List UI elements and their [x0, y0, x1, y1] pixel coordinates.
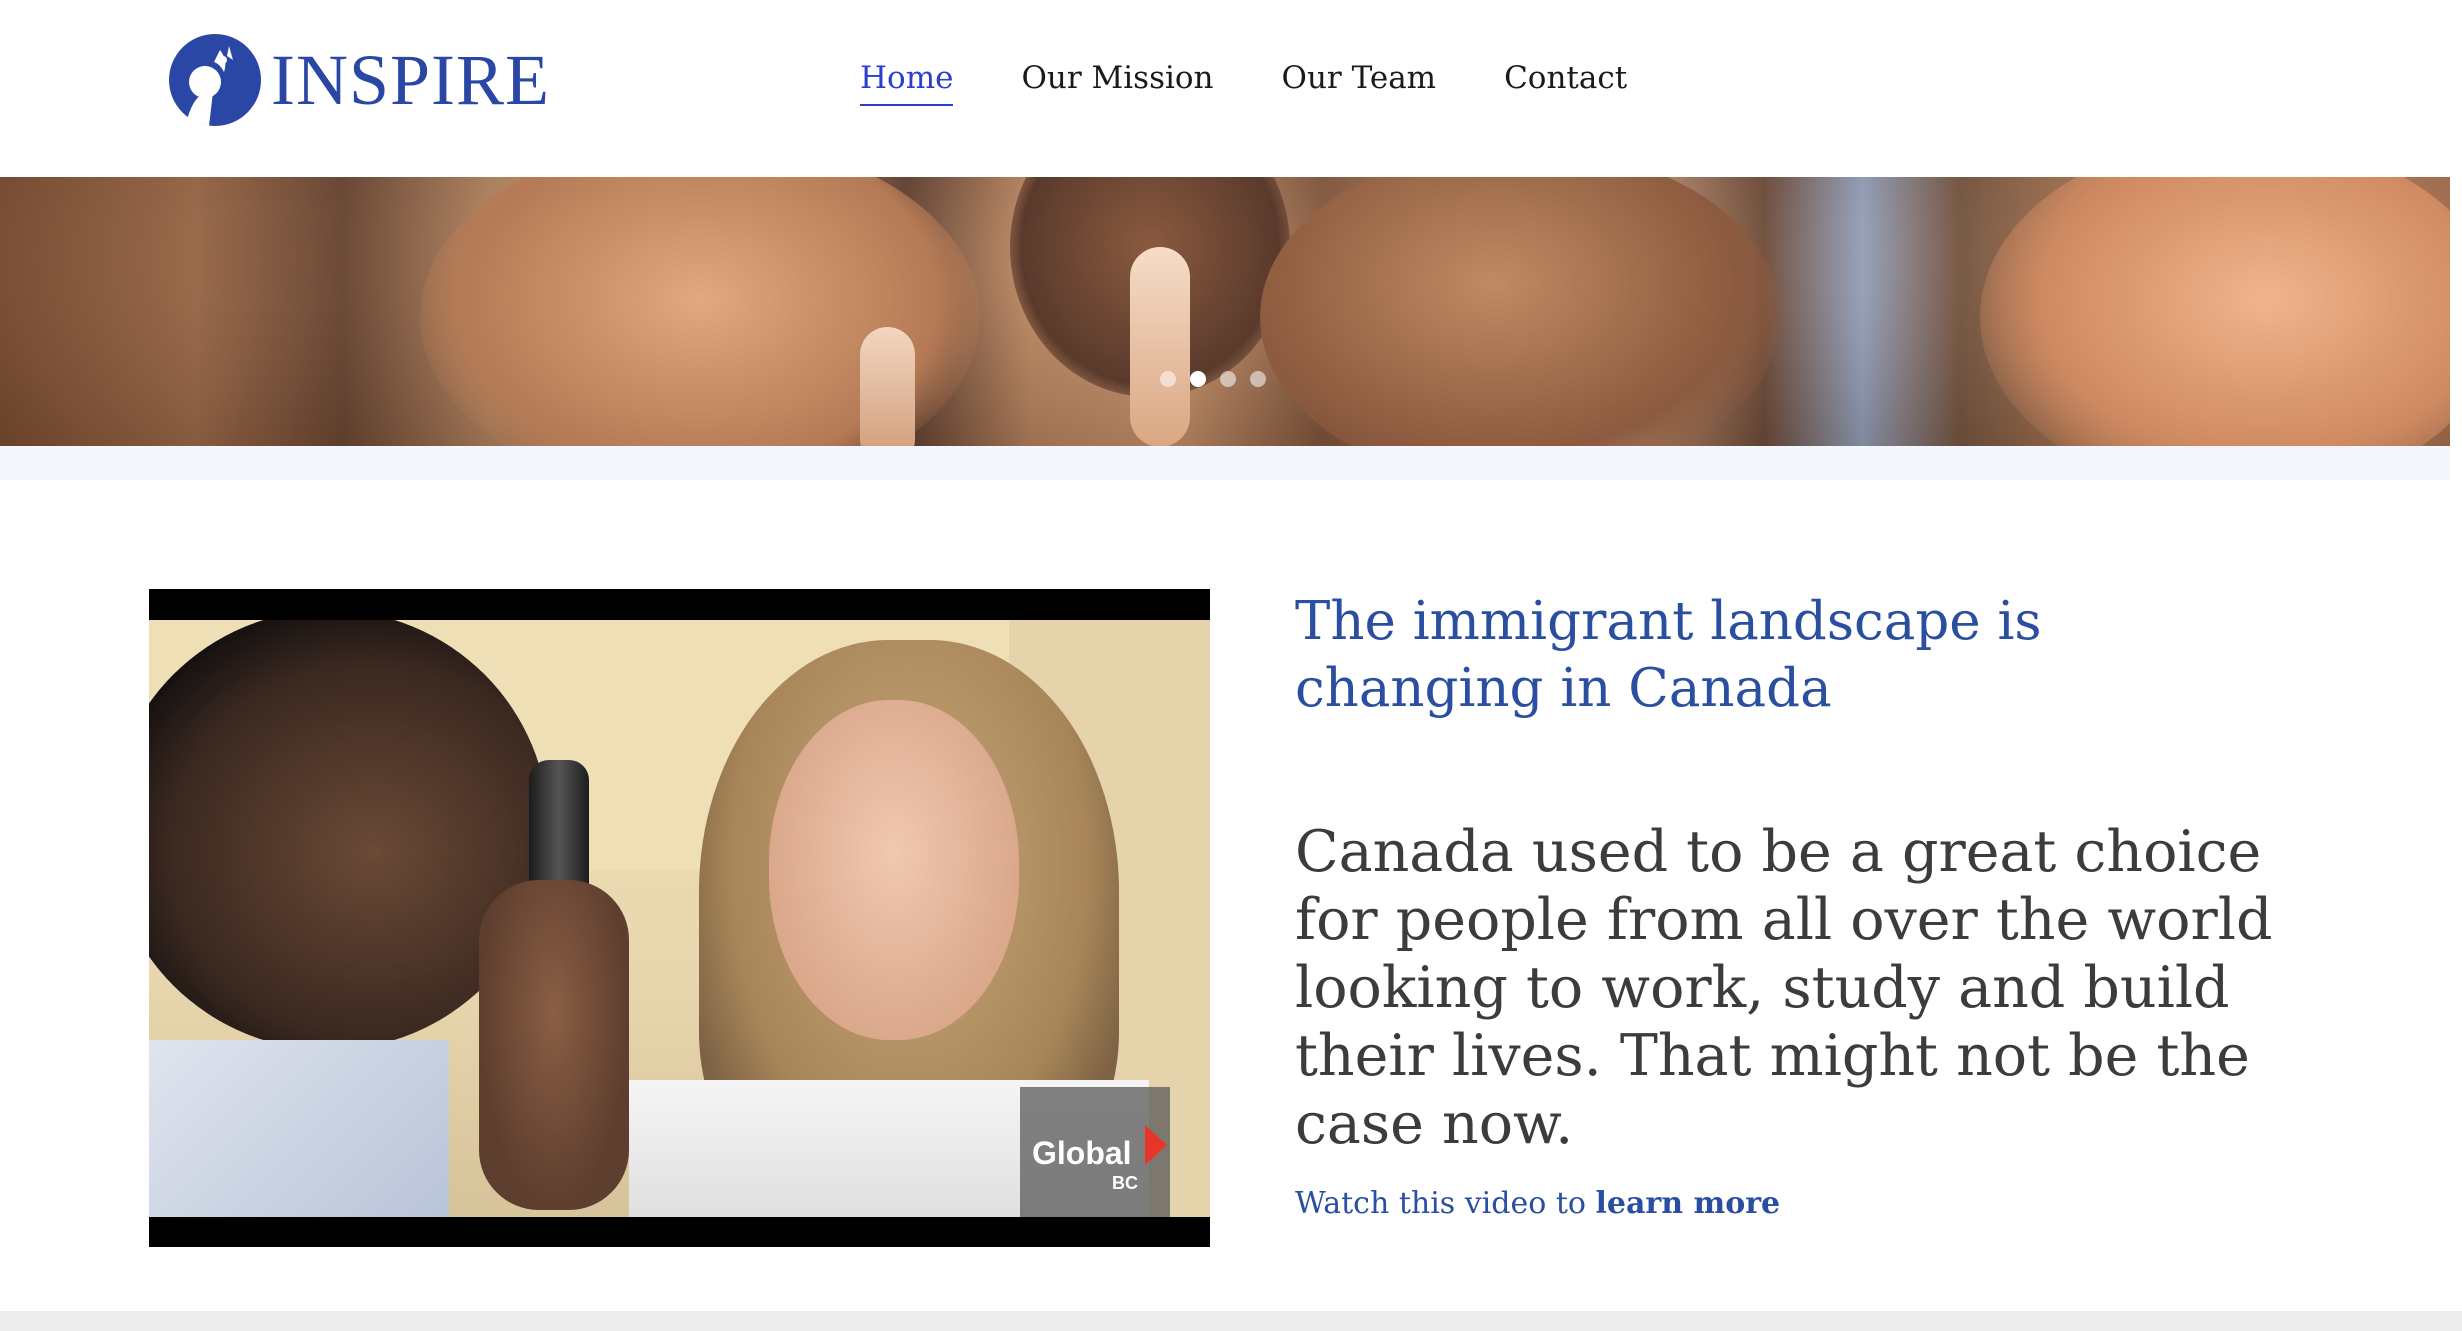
slider-dots — [1160, 371, 1266, 387]
watch-video-line: Watch this video to learn more — [1295, 1186, 1780, 1221]
video-player[interactable]: Global BC — [149, 589, 1210, 1247]
child-face-image — [1260, 177, 1780, 446]
inspire-circle-logo-icon — [165, 30, 265, 130]
doctor-shirt-image — [149, 1040, 449, 1217]
doctor-hand-image — [479, 880, 629, 1210]
patient-face-image — [769, 700, 1019, 1040]
nav-our-team[interactable]: Our Team — [1282, 60, 1437, 106]
raised-finger-image — [860, 327, 915, 446]
nav-contact[interactable]: Contact — [1504, 60, 1627, 106]
hero-banner-image — [0, 177, 2450, 446]
watch-prefix-text: Watch this video to — [1295, 1186, 1596, 1221]
site-header: INSPIRE Home Our Mission Our Team Contac… — [0, 0, 2462, 177]
nav-our-mission[interactable]: Our Mission — [1021, 60, 1213, 106]
video-thumbnail: Global BC — [149, 620, 1210, 1217]
raised-finger-image — [1130, 247, 1190, 446]
section-body-text: Canada used to be a great choice for peo… — [1295, 819, 2273, 1157]
global-bc-badge: Global BC — [1020, 1087, 1170, 1217]
slider-dot[interactable] — [1160, 371, 1176, 387]
brand-logo[interactable]: INSPIRE — [165, 30, 550, 130]
brand-name: INSPIRE — [271, 40, 551, 120]
main-nav: Home Our Mission Our Team Contact — [860, 60, 1627, 106]
section-headline: The immigrant landscape is changing in C… — [1295, 591, 2042, 719]
global-badge-word: Global — [1032, 1135, 1132, 1171]
child-face-image — [1980, 177, 2450, 446]
learn-more-link[interactable]: learn more — [1595, 1186, 1780, 1221]
slider-dot[interactable] — [1250, 371, 1266, 387]
global-badge-sub: BC — [1112, 1173, 1138, 1193]
nav-home[interactable]: Home — [860, 60, 954, 106]
next-section-edge — [0, 1311, 2462, 1331]
global-arrow-icon — [1145, 1125, 1167, 1165]
slider-dot-active[interactable] — [1190, 371, 1206, 387]
slider-dot[interactable] — [1220, 371, 1236, 387]
section-divider — [0, 446, 2450, 480]
